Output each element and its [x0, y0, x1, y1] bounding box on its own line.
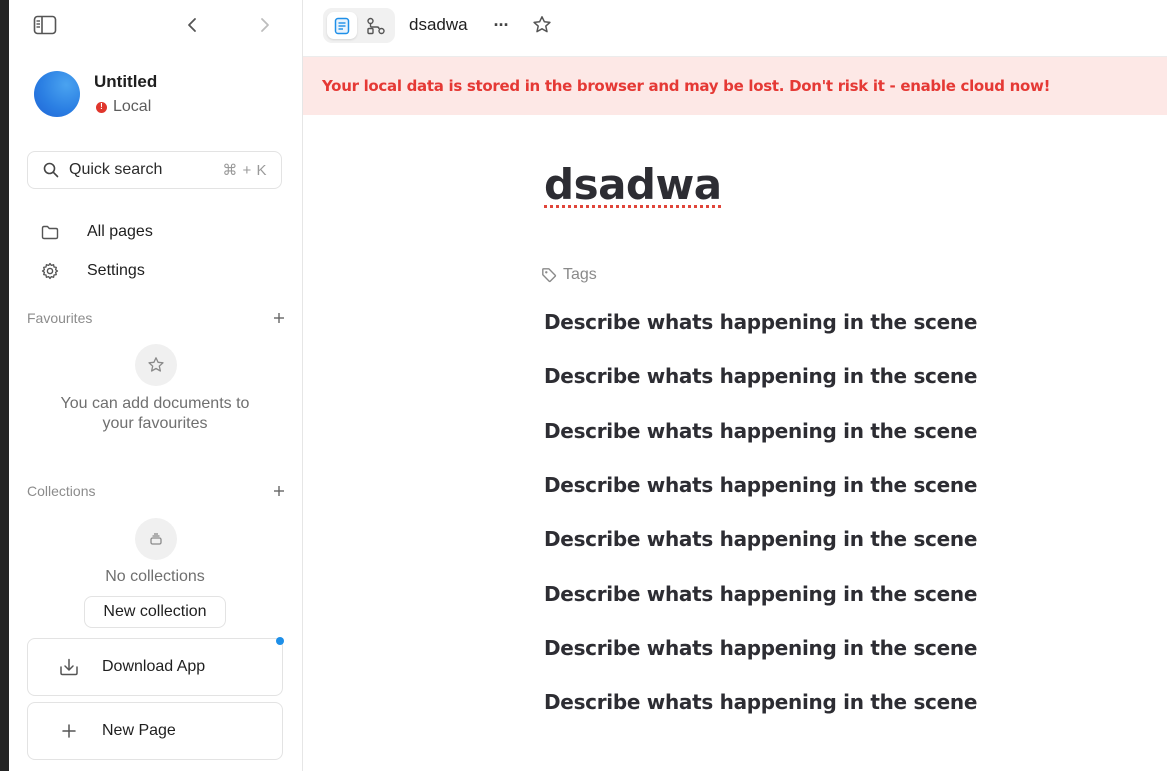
favourites-section-title: Favourites — [27, 310, 93, 326]
favourites-empty-line1: You can add documents to — [60, 395, 250, 412]
edgeless-mode-button[interactable] — [361, 12, 391, 39]
enable-cloud-link[interactable]: Your local data is stored in the browser… — [322, 77, 1050, 95]
plus-icon — [273, 485, 285, 497]
star-icon — [147, 356, 165, 374]
add-favourite-button[interactable] — [270, 309, 288, 327]
sidebar-item-label: All pages — [87, 223, 153, 240]
collections-section-title: Collections — [27, 483, 96, 499]
download-app-button[interactable]: Download App — [27, 638, 283, 696]
favourites-empty-line2: your favourites — [102, 415, 208, 432]
more-icon: ··· — [493, 14, 510, 35]
download-icon — [57, 658, 81, 676]
new-page-label: New Page — [102, 722, 176, 739]
page-icon — [334, 17, 350, 35]
tag-icon — [541, 267, 557, 283]
more-options-button[interactable]: ··· — [488, 12, 514, 38]
favourites-empty-text: You can add documents to your favourites — [27, 394, 283, 434]
avatar — [34, 71, 80, 117]
paragraph-block[interactable]: Describe whats happening in the scene — [544, 690, 977, 714]
tags-label: Tags — [563, 266, 597, 283]
collections-empty-icon — [135, 518, 177, 560]
quick-search-button[interactable]: Quick search ⌘ + K — [27, 151, 282, 189]
collection-stack-icon — [148, 531, 164, 547]
paragraph-block[interactable]: Describe whats happening in the scene — [544, 473, 977, 497]
new-page-button[interactable]: New Page — [27, 702, 283, 760]
back-button[interactable] — [178, 11, 206, 39]
favourite-toggle-button[interactable] — [529, 12, 555, 38]
workspace-avatar[interactable] — [34, 71, 80, 117]
star-icon — [532, 15, 552, 35]
paragraph-block[interactable]: Describe whats happening in the scene — [544, 364, 977, 388]
main-editor: dsadwa ··· Your local data is stored in … — [303, 0, 1167, 771]
workspace-status: ! Local — [96, 98, 151, 116]
page-mode-button[interactable] — [327, 12, 357, 39]
notification-dot — [276, 637, 284, 645]
workspace-name[interactable]: Untitled — [94, 72, 157, 92]
document-title[interactable]: dsadwa — [544, 160, 722, 209]
edgeless-icon — [366, 17, 386, 35]
view-mode-switch — [323, 8, 395, 43]
favourites-empty-icon — [135, 344, 177, 386]
paragraph-block[interactable]: Describe whats happening in the scene — [544, 419, 977, 443]
paragraph-block[interactable]: Describe whats happening in the scene — [544, 582, 977, 606]
header-doc-title[interactable]: dsadwa — [409, 15, 468, 35]
paragraph-block[interactable]: Describe whats happening in the scene — [544, 527, 977, 551]
paragraph-block[interactable]: Describe whats happening in the scene — [544, 636, 977, 660]
sidebar-item-label: Settings — [87, 262, 145, 279]
chevron-left-icon — [187, 17, 197, 33]
workspace-status-label: Local — [113, 98, 152, 115]
local-storage-warning-banner: Your local data is stored in the browser… — [303, 56, 1167, 115]
sidebar-item-all-pages[interactable]: All pages — [27, 217, 283, 247]
sidebar: Untitled ! Local Quick search ⌘ + K All … — [9, 0, 303, 771]
window-edge — [0, 0, 9, 771]
warning-icon: ! — [96, 101, 107, 113]
sidebar-toggle-icon — [33, 15, 57, 35]
search-icon — [43, 162, 59, 178]
sidebar-toggle-button[interactable] — [31, 11, 59, 39]
sidebar-item-settings[interactable]: Settings — [27, 256, 283, 286]
add-collection-button[interactable] — [270, 482, 288, 500]
chevron-right-icon — [260, 17, 270, 33]
gear-icon — [27, 262, 69, 280]
download-app-label: Download App — [102, 658, 206, 675]
collections-empty-text: No collections — [105, 568, 205, 585]
forward-button[interactable] — [251, 11, 279, 39]
folder-icon — [27, 225, 69, 240]
quick-search-label: Quick search — [69, 161, 163, 178]
new-collection-button[interactable]: New collection — [84, 596, 226, 628]
tags-property[interactable]: Tags — [541, 266, 597, 284]
plus-icon — [57, 723, 81, 739]
quick-search-shortcut: ⌘ + K — [222, 162, 267, 179]
plus-icon — [273, 312, 285, 324]
paragraph-block[interactable]: Describe whats happening in the scene — [544, 310, 977, 334]
